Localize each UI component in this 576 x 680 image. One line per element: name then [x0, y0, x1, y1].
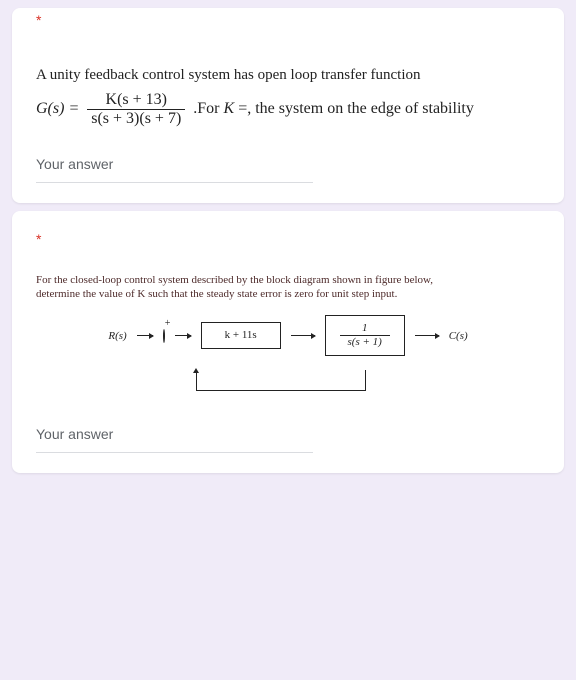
summing-junction — [163, 329, 165, 343]
diagram-arrow — [175, 335, 191, 336]
diagram-output-label: C(s) — [449, 330, 468, 342]
formula-tail: .For K =, the system on the edge of stab… — [193, 100, 474, 118]
diagram-arrow — [291, 335, 315, 336]
answer-input[interactable] — [36, 176, 313, 183]
diagram-arrow — [137, 335, 153, 336]
question-text-2: For the closed-loop control system descr… — [36, 273, 540, 302]
formula-fraction: K(s + 13) s(s + 3)(s + 7) — [87, 91, 185, 128]
answer-label: Your answer — [36, 156, 540, 172]
formula-numerator: K(s + 13) — [87, 91, 185, 110]
required-indicator: * — [36, 12, 41, 28]
block-plant: 1 s(s + 1) — [325, 315, 405, 356]
transfer-function-formula: G(s) = K(s + 13) s(s + 3)(s + 7) .For K … — [36, 91, 540, 128]
question-card-1: * A unity feedback control system has op… — [12, 8, 564, 203]
diagram-input-label: R(s) — [108, 330, 126, 342]
formula-denominator: s(s + 3)(s + 7) — [87, 110, 185, 128]
answer-input[interactable] — [36, 446, 313, 453]
question-card-2: * For the closed-loop control system des… — [12, 211, 564, 474]
answer-label: Your answer — [36, 426, 540, 442]
required-indicator: * — [36, 231, 41, 247]
feedback-path — [158, 370, 418, 398]
question-intro: A unity feedback control system has open… — [36, 64, 540, 87]
sum-plus: + — [165, 318, 171, 329]
block-diagram: R(s) + k + 11s 1 s(s + 1) C(s) — [36, 315, 540, 398]
formula-lhs: G(s) = — [36, 100, 79, 118]
diagram-arrow — [415, 335, 439, 336]
block-controller: k + 11s — [201, 322, 281, 349]
